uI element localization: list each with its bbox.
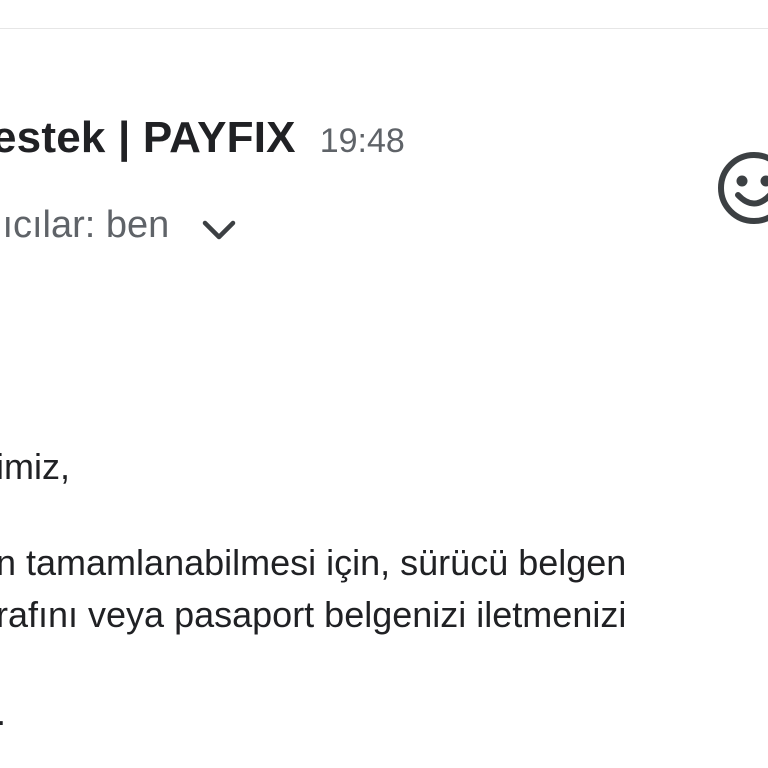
message-line: . <box>0 692 6 734</box>
recipients-row[interactable]: lıcılar: ben <box>0 200 239 250</box>
chevron-down-icon[interactable] <box>199 215 239 245</box>
top-divider <box>0 28 768 29</box>
received-time: 19:48 <box>319 122 405 160</box>
message-line: rafını veya pasaport belgenizi iletmeniz… <box>0 594 627 635</box>
message-greeting: imiz, <box>0 446 70 487</box>
email-view: estek | PAYFIX 19:48 lıcılar: ben imiz, … <box>0 0 768 768</box>
message-line: n tamamlanabilmesi için, sürücü belgen <box>0 542 627 583</box>
smiley-face-icon[interactable] <box>714 148 768 228</box>
sender-name[interactable]: estek | PAYFIX <box>0 113 296 163</box>
email-header: estek | PAYFIX 19:48 <box>0 113 405 169</box>
recipients-label: lıcılar: ben <box>0 203 170 246</box>
